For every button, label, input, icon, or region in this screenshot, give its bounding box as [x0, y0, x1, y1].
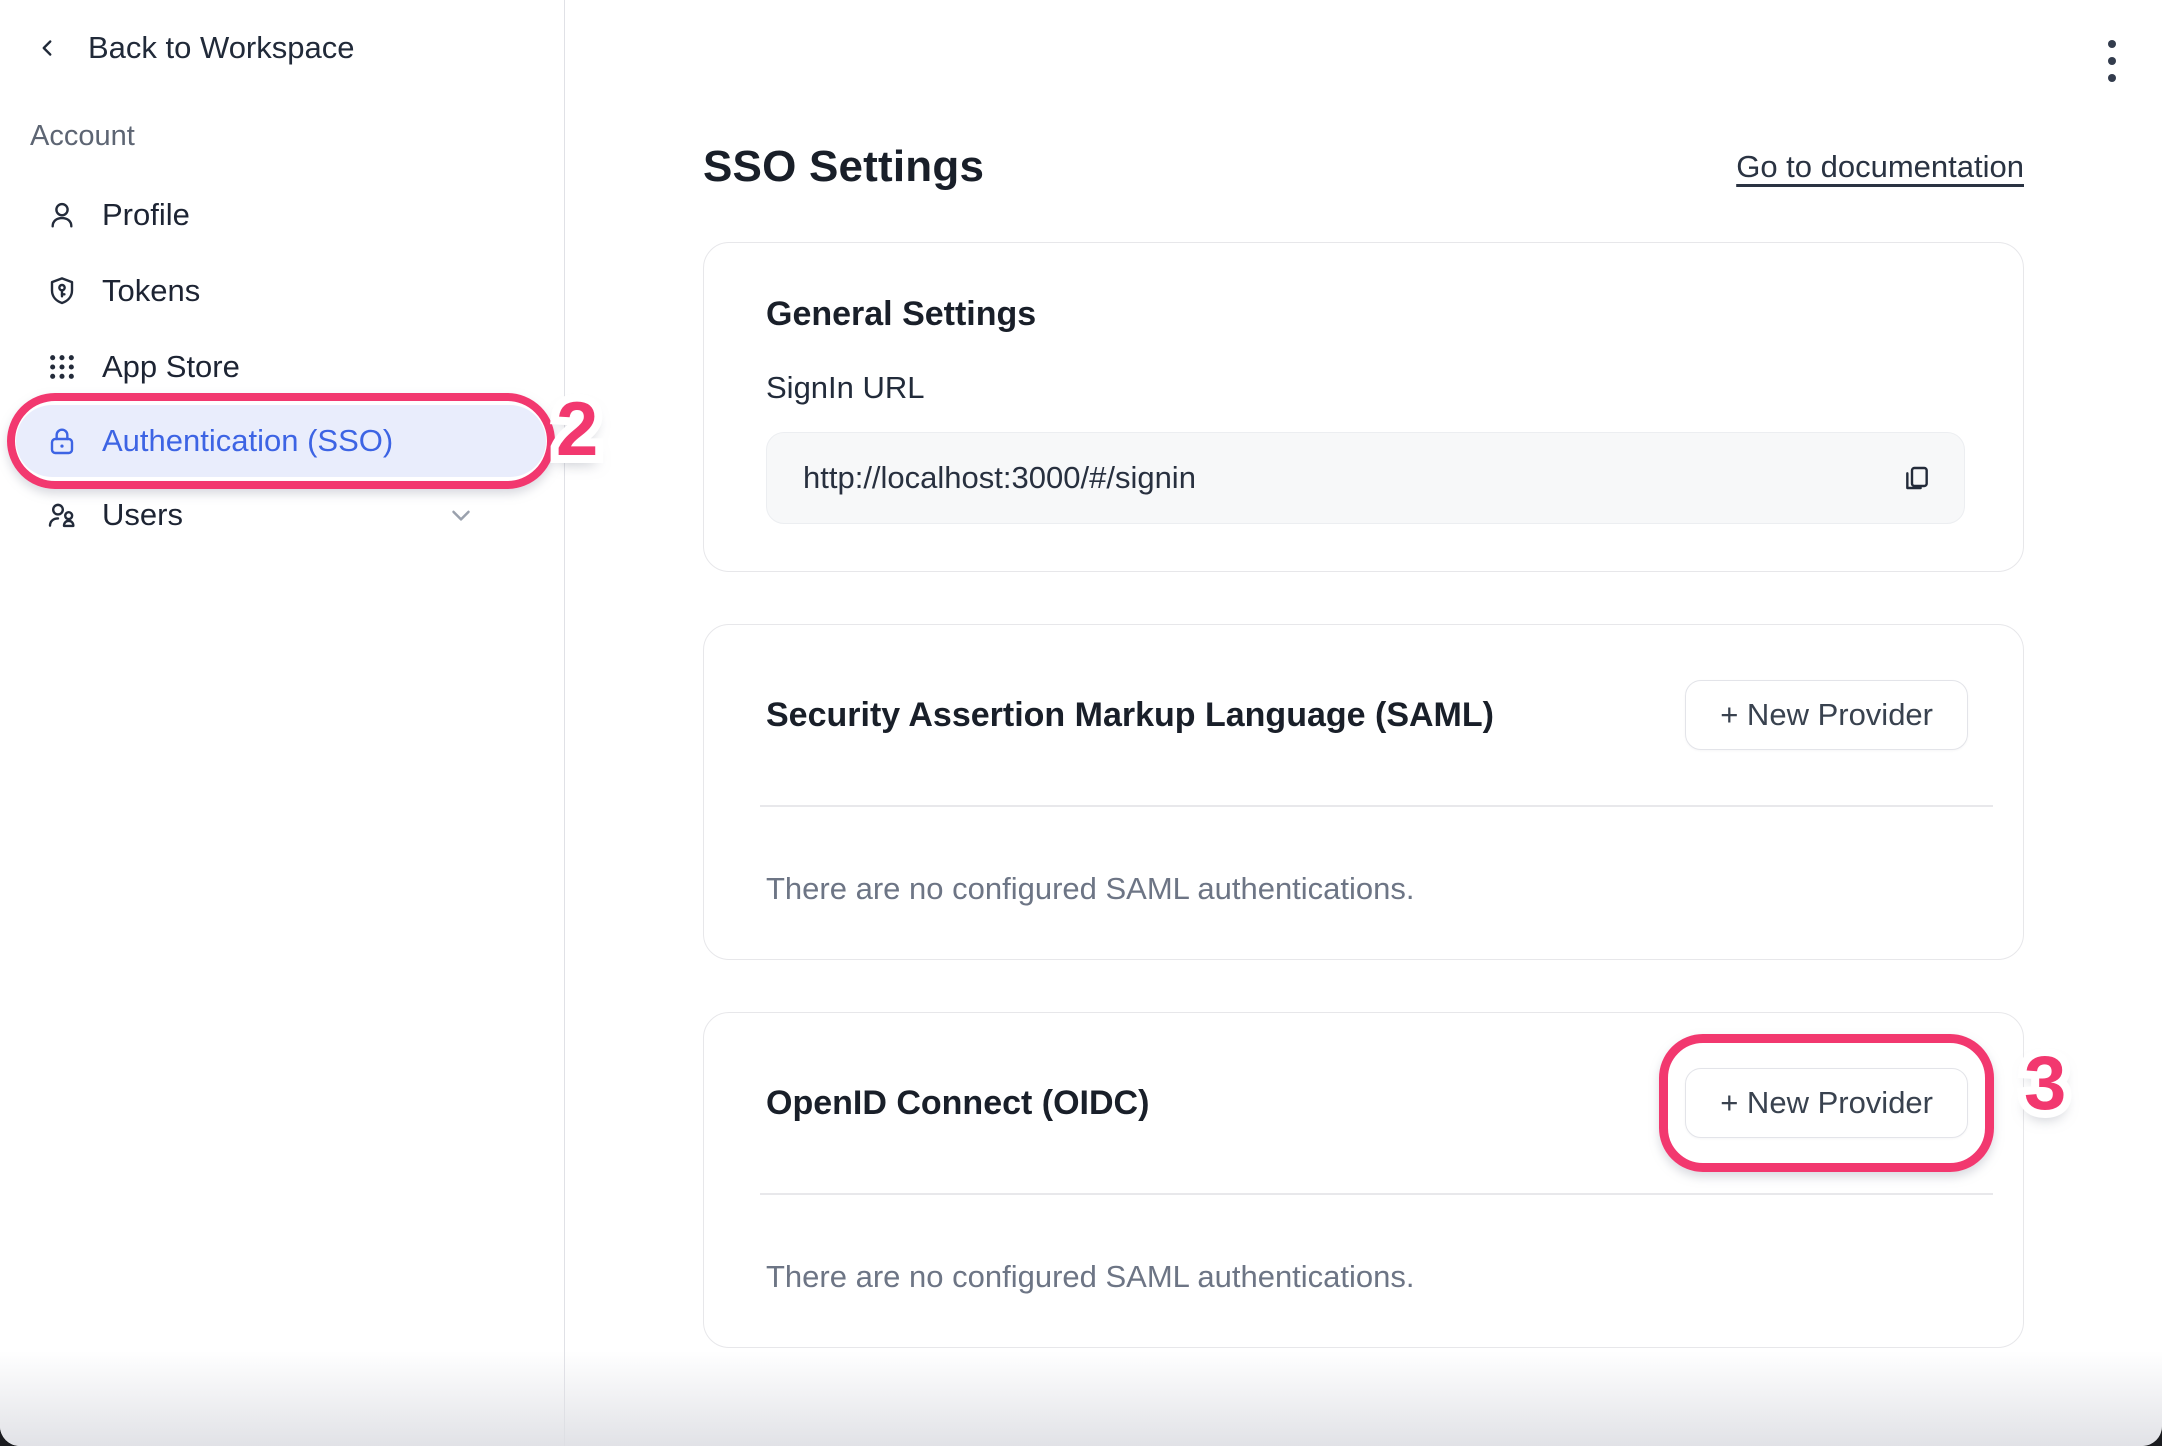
sidebar: Back to Workspace Account Profile Tokens	[0, 0, 565, 1446]
lock-icon	[46, 425, 78, 457]
oidc-empty-text: There are no configured SAML authenticat…	[766, 1259, 2023, 1295]
user-icon	[46, 199, 78, 231]
copy-button[interactable]	[1896, 458, 1936, 498]
shield-key-icon	[46, 275, 78, 307]
signin-url-field[interactable]: http://localhost:3000/#/signin	[766, 432, 1965, 524]
sidebar-item-app-store[interactable]: App Store	[0, 329, 564, 405]
oidc-title: OpenID Connect (OIDC)	[766, 1084, 1149, 1123]
page-header: SSO Settings Go to documentation	[703, 142, 2024, 192]
signin-url-label: SignIn URL	[766, 370, 1965, 406]
sidebar-item-label: Tokens	[102, 273, 200, 309]
back-to-workspace-button[interactable]: Back to Workspace	[34, 30, 354, 66]
copy-icon	[1900, 462, 1932, 494]
oidc-card: OpenID Connect (OIDC) + New Provider The…	[703, 1012, 2024, 1348]
sidebar-section-account: Account	[30, 120, 564, 153]
app-screen: Back to Workspace Account Profile Tokens	[0, 0, 2162, 1446]
oidc-card-header: OpenID Connect (OIDC) + New Provider	[704, 1013, 2023, 1193]
saml-card-header: Security Assertion Markup Language (SAML…	[704, 625, 2023, 805]
oidc-divider	[760, 1193, 1993, 1195]
general-settings-title: General Settings	[766, 295, 1965, 334]
oidc-new-provider-button[interactable]: + New Provider	[1685, 1068, 1968, 1138]
sidebar-item-label: Profile	[102, 197, 190, 233]
chevron-left-icon	[34, 35, 60, 61]
saml-card: Security Assertion Markup Language (SAML…	[703, 624, 2024, 960]
page-title: SSO Settings	[703, 142, 984, 192]
sidebar-item-tokens[interactable]: Tokens	[0, 253, 564, 329]
sidebar-item-label: Users	[102, 497, 183, 533]
saml-new-provider-button[interactable]: + New Provider	[1685, 680, 1968, 750]
sidebar-item-label: App Store	[102, 349, 240, 385]
general-settings-card: General Settings SignIn URL http://local…	[703, 242, 2024, 572]
saml-empty-text: There are no configured SAML authenticat…	[766, 871, 2023, 907]
kebab-menu-button[interactable]	[2090, 36, 2134, 86]
chevron-down-icon[interactable]	[446, 500, 476, 530]
sidebar-item-authentication-wrap: Authentication (SSO)	[16, 405, 546, 477]
users-icon	[46, 499, 78, 531]
saml-title: Security Assertion Markup Language (SAML…	[766, 696, 1494, 735]
saml-divider	[760, 805, 1993, 807]
sidebar-item-authentication-sso[interactable]: Authentication (SSO)	[16, 405, 546, 477]
sidebar-item-users[interactable]: Users	[0, 477, 564, 553]
signin-url-value: http://localhost:3000/#/signin	[803, 460, 1896, 496]
go-to-documentation-link[interactable]: Go to documentation	[1736, 149, 2024, 185]
main-content: SSO Settings Go to documentation General…	[565, 0, 2162, 1446]
grid-dots-icon	[46, 351, 78, 383]
back-to-workspace-label: Back to Workspace	[88, 30, 354, 66]
sidebar-item-profile[interactable]: Profile	[0, 177, 564, 253]
sidebar-item-label: Authentication (SSO)	[102, 423, 393, 459]
sidebar-nav: Profile Tokens App Store Au	[0, 177, 564, 553]
oidc-button-wrap: + New Provider	[1685, 1068, 1968, 1138]
